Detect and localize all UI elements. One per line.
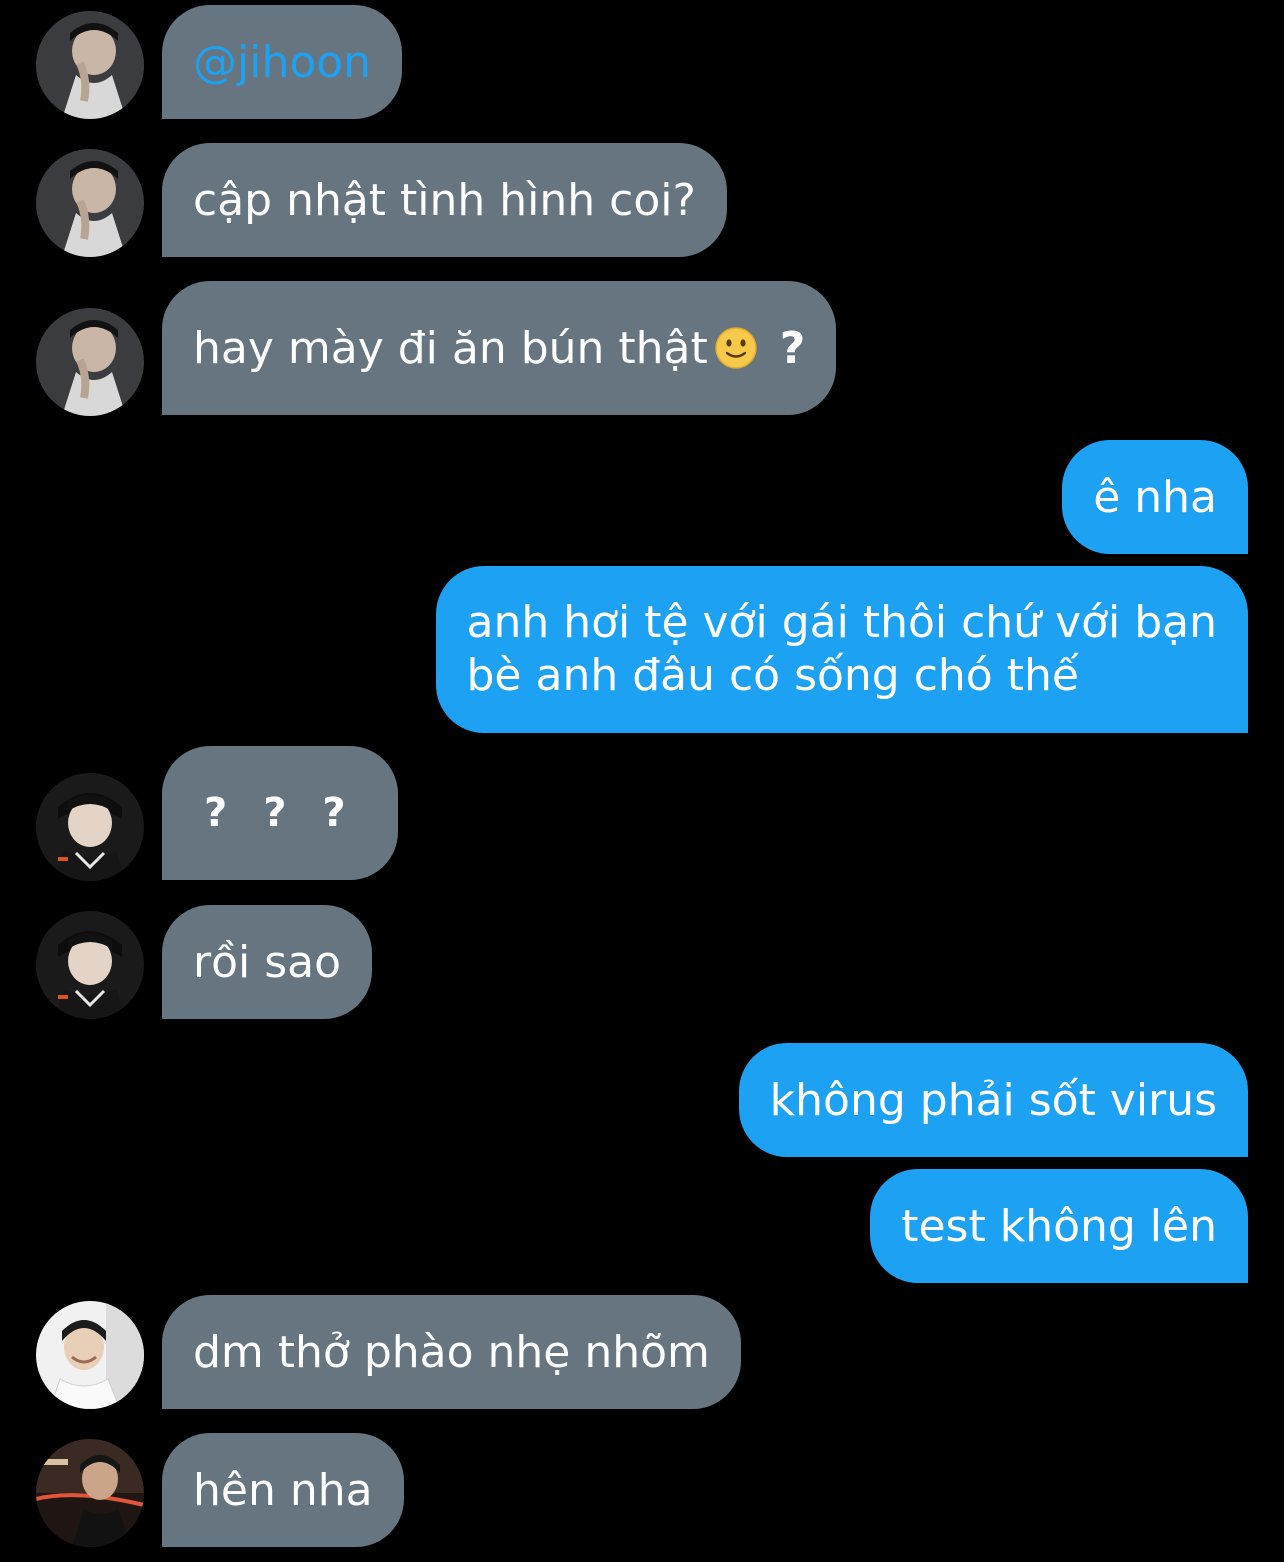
message-bubble-incoming[interactable]: ??? <box>162 746 398 880</box>
question-mark: ? <box>779 322 806 374</box>
message-bubble-incoming[interactable]: @jihoon <box>162 5 403 119</box>
avatar-user-a[interactable] <box>36 11 144 119</box>
avatar-photo-icon <box>36 911 144 1019</box>
message-text: cập nhật tình hình coi? <box>193 174 696 226</box>
avatar-user-b[interactable] <box>36 911 144 1019</box>
avatar-photo-icon <box>36 11 144 119</box>
message-text: không phải sốt virus <box>769 1074 1217 1126</box>
message-bubble-outgoing[interactable]: ê nha <box>1062 440 1248 554</box>
slightly-smiling-face-icon <box>714 326 758 370</box>
avatar-photo-icon <box>36 308 144 416</box>
message-bubble-incoming[interactable]: hên nha <box>162 1433 404 1547</box>
message-text: rồi sao <box>193 936 342 988</box>
message-bubble-incoming[interactable]: hay mày đi ăn bún thật ? <box>162 281 837 415</box>
message-bubble-incoming[interactable]: dm thở phào nhẹ nhõm <box>162 1295 741 1409</box>
avatar-user-a[interactable] <box>36 308 144 416</box>
message-bubble-incoming[interactable]: cập nhật tình hình coi? <box>162 143 727 257</box>
message-bubble-outgoing[interactable]: không phải sốt virus <box>738 1043 1248 1157</box>
message-bubble-incoming[interactable]: rồi sao <box>162 905 373 1019</box>
message-text: dm thở phào nhẹ nhõm <box>193 1326 710 1378</box>
avatar-user-a[interactable] <box>36 149 144 257</box>
mention-link[interactable]: @jihoon <box>193 36 371 89</box>
avatar-photo-icon <box>36 149 144 257</box>
message-bubble-outgoing[interactable]: test không lên <box>870 1169 1248 1283</box>
avatar-user-d[interactable] <box>36 1439 144 1547</box>
message-question-marks: ??? <box>204 789 346 836</box>
message-bubble-outgoing[interactable]: anh hơi tệ với gái thôi chứ với bạn bè a… <box>435 566 1248 733</box>
message-text: hên nha <box>193 1464 373 1516</box>
message-text: ê nha <box>1093 471 1217 523</box>
message-text-line: anh hơi tệ với gái thôi chứ với bạn <box>466 597 1218 648</box>
message-text: test không lên <box>901 1200 1217 1252</box>
avatar-photo-icon <box>36 773 144 881</box>
avatar-user-c[interactable] <box>36 1301 144 1409</box>
avatar-photo-icon <box>36 1301 144 1409</box>
avatar-user-b[interactable] <box>36 773 144 881</box>
message-text: hay mày đi ăn bún thật <box>193 322 708 374</box>
avatar-photo-icon <box>36 1439 144 1547</box>
message-text-line: bè anh đâu có sống chó thế <box>466 650 1079 701</box>
